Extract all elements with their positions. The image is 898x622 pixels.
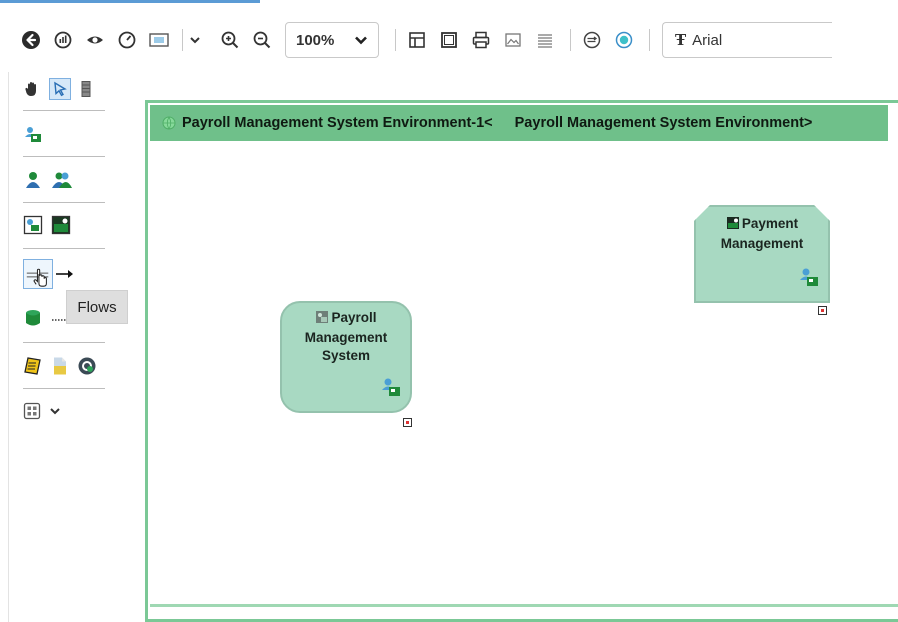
database-icon[interactable]	[23, 308, 43, 328]
globe-icon	[162, 116, 176, 130]
gear-badge-icon[interactable]	[77, 356, 97, 376]
app-icon	[315, 310, 329, 329]
chevron-down-icon	[355, 36, 367, 45]
environment-title: Payroll Management System Environment-1<	[182, 115, 493, 131]
resize-handle[interactable]	[403, 418, 412, 427]
app-dark-icon[interactable]	[51, 215, 71, 235]
environment-parent: Payroll Management System Environment>	[514, 115, 813, 131]
app-icon[interactable]	[23, 215, 43, 235]
refresh-icon[interactable]	[611, 27, 637, 53]
active-tab-indicator	[0, 0, 260, 3]
chevron-down-icon[interactable]	[49, 406, 61, 416]
palette-divider	[23, 388, 105, 389]
image-icon[interactable]	[500, 27, 526, 53]
palette-divider	[23, 342, 105, 343]
resize-handle[interactable]	[818, 306, 827, 315]
node-label: Payroll Management System	[304, 310, 388, 363]
palette-divider	[23, 202, 105, 203]
component-icon	[380, 376, 402, 403]
environment-header[interactable]: Payroll Management System Environment-1<…	[150, 105, 888, 141]
hand-icon[interactable]	[23, 80, 41, 98]
palette-row-artifacts	[23, 356, 105, 376]
gauge-icon[interactable]	[114, 27, 140, 53]
document-icon[interactable]	[51, 356, 69, 376]
fit-screen-icon[interactable]	[146, 27, 172, 53]
flows-tooltip: Flows	[66, 290, 128, 324]
print-icon[interactable]	[468, 27, 494, 53]
view-icon[interactable]	[82, 27, 108, 53]
zoom-select[interactable]: 100%	[285, 22, 379, 58]
chart-icon[interactable]	[50, 27, 76, 53]
back-icon[interactable]	[18, 27, 44, 53]
diagram-canvas[interactable]: Payroll Management System Environment-1<…	[145, 100, 898, 622]
component-icon[interactable]	[23, 124, 43, 144]
arrow-icon[interactable]	[55, 268, 75, 280]
chevron-down-icon[interactable]	[187, 27, 203, 53]
palette-divider	[23, 248, 105, 249]
zoom-in-icon[interactable]	[217, 27, 243, 53]
frame-icon[interactable]	[436, 27, 462, 53]
palette-divider	[23, 156, 105, 157]
export-icon[interactable]	[579, 27, 605, 53]
layout-icon[interactable]	[404, 27, 430, 53]
main-toolbar: 100% Ŧ Arial	[0, 12, 898, 68]
tool-palette	[8, 72, 105, 622]
node-label: Payment Management	[720, 216, 804, 251]
node-payroll-management-system[interactable]: Payroll Management System	[280, 301, 412, 413]
grid-icon[interactable]	[23, 402, 41, 420]
node-payment-management[interactable]: Payment Management	[694, 205, 830, 303]
toolbar-separator	[570, 29, 571, 51]
font-icon: Ŧ	[675, 31, 687, 49]
people-icon[interactable]	[51, 170, 73, 190]
palette-row-navigation	[23, 78, 101, 100]
palette-divider	[23, 110, 105, 111]
zoom-value: 100%	[296, 31, 335, 49]
person-icon[interactable]	[23, 170, 43, 190]
app-dark-icon	[726, 216, 740, 235]
palette-row-flows	[23, 259, 83, 289]
palette-row-more	[23, 402, 69, 420]
lines-icon[interactable]	[532, 27, 558, 53]
toolbar-separator	[649, 29, 650, 51]
palette-row-actors	[23, 170, 81, 190]
canvas-bottom-border	[150, 604, 898, 607]
toolbar-separator	[395, 29, 396, 51]
select-arrow-icon[interactable]	[49, 78, 71, 100]
note-icon[interactable]	[23, 356, 43, 376]
zoom-out-icon[interactable]	[249, 27, 275, 53]
column-icon[interactable]	[79, 80, 93, 98]
palette-row-applications	[23, 215, 79, 235]
font-value: Arial	[692, 31, 723, 49]
component-icon	[798, 266, 820, 293]
flow-icon[interactable]	[23, 259, 53, 289]
toolbar-separator	[182, 29, 183, 51]
palette-row-components	[23, 124, 51, 144]
font-select[interactable]: Ŧ Arial	[662, 22, 832, 58]
